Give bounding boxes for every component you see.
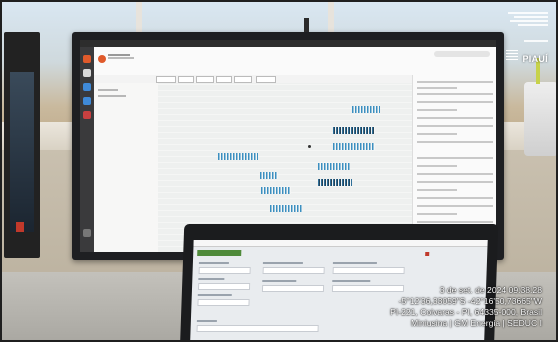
watermark-line bbox=[518, 24, 548, 26]
app-header-bar bbox=[197, 250, 242, 256]
dock-icon[interactable] bbox=[83, 69, 91, 77]
stamp-address: PI-221, Coivaras - PI, 64335-000, Brasil bbox=[390, 307, 542, 317]
form-field[interactable] bbox=[198, 267, 251, 274]
form-label bbox=[262, 262, 303, 264]
property-row bbox=[417, 133, 457, 135]
panel-row[interactable] bbox=[260, 172, 278, 179]
desk-organizer bbox=[524, 58, 556, 156]
monitor-screen bbox=[80, 40, 496, 252]
dock-icon[interactable] bbox=[83, 97, 91, 105]
app-logo-text bbox=[108, 54, 134, 59]
property-row bbox=[417, 101, 493, 103]
panel-row[interactable] bbox=[261, 187, 291, 194]
geotag-stamp: 3 de set. de 2024 09:38:28 -5°12'36,3305… bbox=[282, 285, 542, 329]
form-label bbox=[332, 280, 371, 282]
photo-scene: PIAUÍ 3 de set. de 2024 09:38:28 -5°12'3… bbox=[0, 0, 558, 342]
property-row bbox=[417, 93, 493, 95]
dock-icon[interactable] bbox=[83, 111, 91, 119]
apps-grid-icon[interactable] bbox=[83, 229, 91, 237]
property-row bbox=[417, 141, 493, 143]
app-header bbox=[94, 47, 496, 75]
form-label bbox=[332, 262, 377, 264]
form-label bbox=[197, 294, 232, 296]
property-row bbox=[417, 165, 457, 167]
stamp-coordinates: -5°12'36,33059"S -42°16'50,73665"W bbox=[398, 296, 542, 306]
stamp-tags: Miniusina | GM Energia | SEDUC I bbox=[410, 318, 542, 328]
property-row bbox=[417, 205, 493, 207]
watermark-line bbox=[524, 40, 548, 42]
left-monitor-screen bbox=[10, 72, 34, 232]
property-row bbox=[417, 81, 493, 83]
property-row bbox=[417, 87, 457, 89]
watermark-line bbox=[514, 16, 548, 18]
form-field[interactable] bbox=[197, 283, 251, 290]
toolbar-button[interactable] bbox=[156, 76, 176, 83]
form-field[interactable] bbox=[197, 299, 250, 306]
left-monitor bbox=[4, 32, 40, 258]
property-row bbox=[417, 173, 493, 175]
watermark-line bbox=[508, 12, 548, 14]
property-row bbox=[417, 213, 457, 215]
toolbar-button[interactable] bbox=[178, 76, 194, 83]
form-label bbox=[198, 262, 229, 264]
panel-text bbox=[98, 89, 118, 91]
panel-row[interactable] bbox=[333, 127, 375, 134]
app-dock bbox=[80, 47, 94, 252]
brand-logo-icon bbox=[506, 50, 518, 60]
left-monitor-led bbox=[16, 222, 24, 232]
panel-text bbox=[98, 95, 126, 97]
property-row bbox=[417, 117, 493, 119]
brand-name: PIAUÍ bbox=[522, 54, 548, 64]
browser-toolbar bbox=[193, 240, 488, 247]
monitor-antenna bbox=[304, 18, 309, 32]
search-input[interactable] bbox=[434, 51, 490, 57]
panel-row[interactable] bbox=[352, 106, 380, 113]
property-row bbox=[417, 189, 457, 191]
property-row bbox=[417, 109, 457, 111]
os-top-bar bbox=[80, 40, 496, 47]
form-label bbox=[196, 320, 217, 322]
stamp-datetime: 3 de set. de 2024 09:38:28 bbox=[439, 285, 542, 295]
panel-row[interactable] bbox=[318, 179, 352, 186]
form-field[interactable] bbox=[332, 267, 405, 274]
toolbar-button[interactable] bbox=[234, 76, 252, 83]
property-row bbox=[417, 157, 493, 159]
toolbar-button[interactable] bbox=[256, 76, 276, 83]
property-row bbox=[417, 197, 493, 199]
toolbar-button[interactable] bbox=[196, 76, 214, 83]
app-logo-icon bbox=[98, 55, 106, 63]
watermark-line bbox=[510, 20, 548, 22]
alert-icon bbox=[425, 252, 430, 256]
form-label bbox=[198, 278, 225, 280]
panel-row[interactable] bbox=[270, 205, 302, 212]
form-label bbox=[262, 280, 297, 282]
dock-icon[interactable] bbox=[83, 55, 91, 63]
panel-row[interactable] bbox=[333, 143, 375, 150]
property-row bbox=[417, 181, 493, 183]
cursor-point bbox=[308, 145, 311, 148]
property-row bbox=[417, 125, 493, 127]
form-field[interactable] bbox=[262, 267, 325, 274]
property-row bbox=[417, 221, 493, 223]
brand-watermark: PIAUÍ bbox=[500, 10, 548, 70]
panel-row[interactable] bbox=[318, 163, 350, 170]
panel-row[interactable] bbox=[218, 153, 258, 160]
dock-icon[interactable] bbox=[83, 83, 91, 91]
left-panel bbox=[94, 83, 159, 252]
toolbar-button[interactable] bbox=[216, 76, 232, 83]
